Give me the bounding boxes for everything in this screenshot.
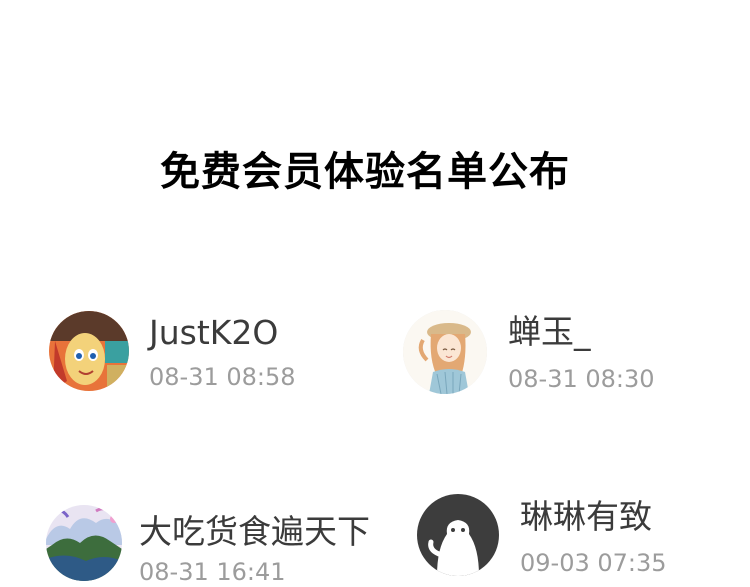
winner-name: 琳琳有致 [520,497,652,536]
winner-name: JustK2O [149,313,279,352]
winner-timestamp: 08-31 08:30 [508,365,655,393]
mountain-landscape-avatar-icon[interactable] [46,505,122,581]
winner-timestamp: 09-03 07:35 [520,549,667,577]
winner-name: 大吃货食遍天下 [139,512,370,551]
girl-with-hat-avatar-icon[interactable] [403,310,487,394]
winner-timestamp: 08-31 16:41 [139,558,286,586]
page-title: 免费会员体验名单公布 [160,149,570,195]
default-user-avatar-icon[interactable] [417,494,499,576]
winner-timestamp: 08-31 08:58 [149,363,296,391]
anime-character-avatar-icon[interactable] [49,311,129,391]
winner-name: 蝉玉_ [508,312,591,351]
